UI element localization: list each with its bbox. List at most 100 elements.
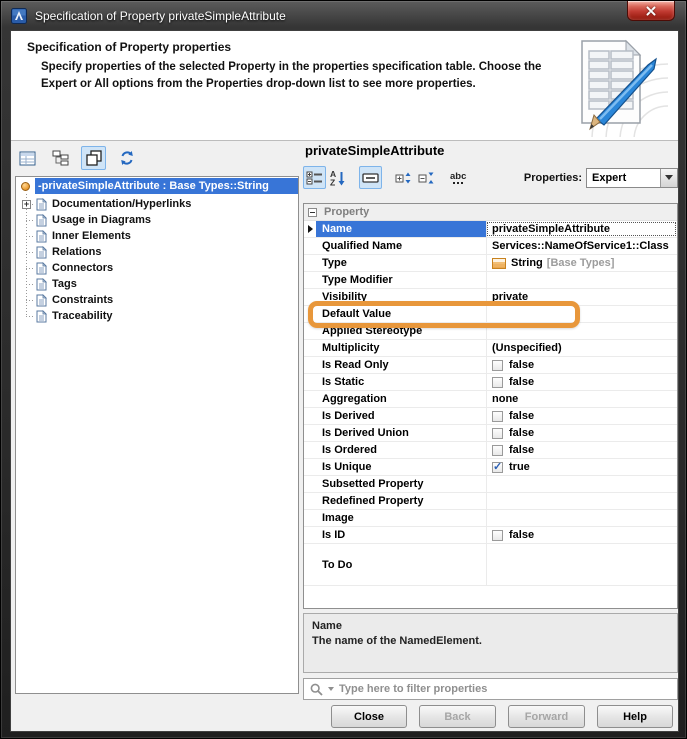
- title-bar[interactable]: Specification of Property privateSimpleA…: [1, 1, 686, 30]
- property-row-is-static[interactable]: Is Static false: [304, 374, 677, 391]
- checkbox-unchecked[interactable]: [492, 529, 503, 541]
- property-row-is-read-only[interactable]: Is Read Only false: [304, 357, 677, 374]
- checkbox-checked[interactable]: ✓: [492, 461, 503, 473]
- property-row-multiplicity[interactable]: Multiplicity (Unspecified): [304, 340, 677, 357]
- property-value[interactable]: Services::NameOfService1::Class: [486, 238, 677, 254]
- property-value[interactable]: [486, 323, 677, 339]
- expand-node-icon[interactable]: +: [22, 200, 31, 209]
- tree-root-node[interactable]: -privateSimpleAttribute : Base Types::St…: [16, 177, 298, 195]
- dialog-content: Specification of Property properties Spe…: [10, 30, 679, 732]
- property-value[interactable]: false: [486, 408, 677, 424]
- property-value[interactable]: private: [486, 289, 677, 305]
- property-row-name[interactable]: Name privateSimpleAttribute: [304, 221, 677, 238]
- filter-properties-input[interactable]: Type here to filter properties: [303, 678, 678, 700]
- property-row-is-ordered[interactable]: Is Ordered false: [304, 442, 677, 459]
- expand-all-button[interactable]: [392, 166, 415, 189]
- property-value[interactable]: [486, 510, 677, 526]
- property-row-is-id[interactable]: Is ID false: [304, 527, 677, 544]
- checkbox-unchecked[interactable]: [492, 359, 503, 371]
- tree-item-label: Documentation/Hyperlinks: [52, 198, 192, 210]
- tree-item-inner-elements[interactable]: Inner Elements: [16, 228, 298, 244]
- selected-row-arrow-icon: [307, 225, 313, 233]
- properties-mode-label: Properties:: [523, 171, 582, 184]
- tree-item-connectors[interactable]: Connectors: [16, 260, 298, 276]
- tree-view-button[interactable]: [48, 146, 73, 170]
- property-row-visibility[interactable]: Visibility private: [304, 289, 677, 306]
- property-row-aggregation[interactable]: Aggregation none: [304, 391, 677, 408]
- page-icon: [36, 197, 47, 211]
- page-icon: [36, 277, 47, 291]
- property-label: Is ID: [322, 529, 346, 541]
- property-row-subsetted-property[interactable]: Subsetted Property: [304, 476, 677, 493]
- collapse-all-button[interactable]: [415, 166, 438, 189]
- back-button[interactable]: Back: [419, 705, 496, 728]
- property-label: Aggregation: [322, 393, 387, 405]
- magicdraw-app-icon: [11, 7, 27, 24]
- sort-alphabetically-icon: A Z: [330, 169, 344, 186]
- categorized-view-button[interactable]: [303, 166, 326, 189]
- property-value[interactable]: [486, 544, 677, 585]
- property-row-image[interactable]: Image: [304, 510, 677, 527]
- forward-button[interactable]: Forward: [508, 705, 585, 728]
- tree-item-relations[interactable]: Relations: [16, 244, 298, 260]
- property-value[interactable]: false: [486, 374, 677, 390]
- property-row-type[interactable]: Type String [Base Types]: [304, 255, 677, 272]
- property-value[interactable]: false: [486, 425, 677, 441]
- tree-item-constraints[interactable]: Constraints: [16, 292, 298, 308]
- property-value[interactable]: [486, 493, 677, 509]
- combo-drop-button[interactable]: [660, 168, 677, 187]
- checkbox-unchecked[interactable]: [492, 427, 503, 439]
- property-value[interactable]: (Unspecified): [486, 340, 677, 356]
- search-options-caret-icon[interactable]: [328, 687, 334, 691]
- property-value[interactable]: none: [486, 391, 677, 407]
- collapse-group-icon[interactable]: [308, 207, 317, 217]
- close-button[interactable]: [627, 1, 675, 21]
- collapse-all-icon: [418, 172, 434, 183]
- property-row-is-unique[interactable]: Is Unique ✓ true: [304, 459, 677, 476]
- checkbox-value-label: false: [509, 427, 535, 439]
- checkbox-unchecked[interactable]: [492, 444, 503, 456]
- cascade-view-button[interactable]: [81, 146, 106, 170]
- property-value[interactable]: false: [486, 442, 677, 458]
- help-button[interactable]: Help: [597, 705, 673, 728]
- description-panel: Name The name of the NamedElement.: [303, 613, 678, 673]
- header-title: Specification of Property properties: [27, 40, 232, 54]
- property-row-default-value[interactable]: Default Value: [304, 306, 677, 323]
- tree-item-label: Inner Elements: [52, 230, 131, 242]
- properties-mode-select[interactable]: Expert: [586, 167, 678, 188]
- checkbox-unchecked[interactable]: [492, 410, 503, 422]
- property-row-to-do[interactable]: To Do: [304, 544, 677, 586]
- property-value[interactable]: false: [486, 527, 677, 543]
- property-row-redefined-property[interactable]: Redefined Property: [304, 493, 677, 510]
- tree-item-usage-in-diagrams[interactable]: Usage in Diagrams: [16, 212, 298, 228]
- row-marker: [304, 408, 316, 424]
- properties-table: Property Name privateSimpleAttribute Quali…: [303, 203, 678, 609]
- description-area-button[interactable]: [359, 166, 382, 189]
- property-row-is-derived[interactable]: Is Derived false: [304, 408, 677, 425]
- property-value[interactable]: [486, 476, 677, 492]
- tree-item-traceability[interactable]: Traceability: [16, 308, 298, 324]
- filter-placeholder: Type here to filter properties: [339, 683, 488, 695]
- sort-alphabetically-button[interactable]: A Z: [326, 166, 349, 189]
- property-row-applied-stereotype[interactable]: Applied Stereotype: [304, 323, 677, 340]
- property-row-type-modifier[interactable]: Type Modifier: [304, 272, 677, 289]
- tree-item-label: Relations: [52, 246, 102, 258]
- refresh-button[interactable]: [114, 146, 139, 170]
- abbreviations-button[interactable]: abc: [448, 166, 471, 189]
- property-row-is-derived-union[interactable]: Is Derived Union false: [304, 425, 677, 442]
- property-value[interactable]: ✓ true: [486, 459, 677, 475]
- property-label: To Do: [322, 558, 353, 571]
- row-marker: [304, 425, 316, 441]
- tree-item-tags[interactable]: Tags: [16, 276, 298, 292]
- property-group-header[interactable]: Property: [304, 204, 677, 221]
- property-row-qualified-name[interactable]: Qualified Name Services::NameOfService1::…: [304, 238, 677, 255]
- property-value[interactable]: privateSimpleAttribute: [486, 221, 677, 237]
- properties-view-button[interactable]: [15, 146, 40, 170]
- property-value[interactable]: false: [486, 357, 677, 373]
- property-value[interactable]: String [Base Types]: [486, 255, 677, 271]
- checkbox-unchecked[interactable]: [492, 376, 503, 388]
- close-dialog-button[interactable]: Close: [331, 705, 407, 728]
- tree-item-documentation-hyperlinks[interactable]: + Documentation/Hyperlinks: [16, 196, 298, 212]
- property-value[interactable]: [486, 272, 677, 288]
- property-value[interactable]: [486, 306, 677, 322]
